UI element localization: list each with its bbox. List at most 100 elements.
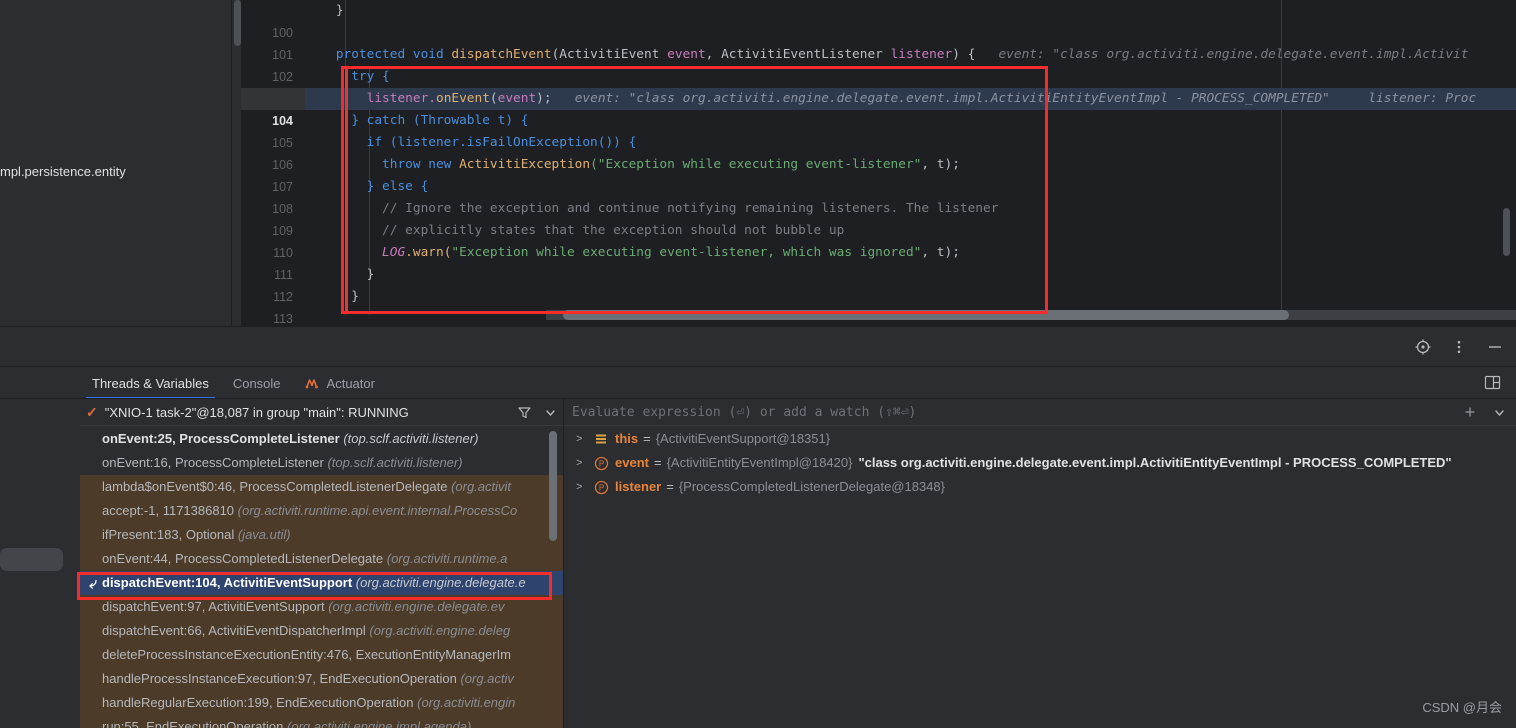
code-line[interactable]: 107 throw new ActivitiException("Excepti… bbox=[241, 154, 1516, 176]
code-line-current[interactable]: 104 listener.onEvent(event); event: "cla… bbox=[241, 88, 1516, 110]
chevron-right-icon[interactable]: > bbox=[576, 475, 592, 499]
frame-package: (top.sclf.activiti.listener) bbox=[343, 431, 478, 446]
list-item[interactable]: handleProcessInstanceExecution:97, EndEx… bbox=[80, 667, 563, 691]
tab-console[interactable]: Console bbox=[221, 367, 293, 399]
variable-row-this[interactable]: > this = {ActivitiEventSupport@18351} bbox=[564, 427, 1516, 451]
horizontal-scrollbar-thumb[interactable] bbox=[563, 310, 1289, 320]
tab-actuator[interactable]: Actuator bbox=[293, 367, 387, 399]
tab-label: Actuator bbox=[327, 376, 375, 391]
list-item[interactable]: lambda$onEvent$0:46, ProcessCompletedLis… bbox=[80, 475, 563, 499]
list-item[interactable]: deleteProcessInstanceExecutionEntity:476… bbox=[80, 643, 563, 667]
code-line[interactable]: 110 // explicitly states that the except… bbox=[241, 220, 1516, 242]
check-icon: ✓ bbox=[86, 404, 98, 421]
list-item[interactable]: onEvent:44, ProcessCompletedListenerDele… bbox=[80, 547, 563, 571]
frame-package: (java.util) bbox=[238, 527, 291, 542]
minimize-icon[interactable] bbox=[1484, 336, 1506, 358]
code-line[interactable]: 105 } catch (Throwable t) { bbox=[241, 110, 1516, 132]
plus-icon[interactable] bbox=[1463, 405, 1477, 419]
field-group-icon bbox=[592, 430, 610, 448]
frames-scrollbar-thumb[interactable] bbox=[549, 431, 557, 541]
list-item[interactable]: onEvent:16, ProcessCompleteListener (top… bbox=[80, 451, 563, 475]
line-content: } catch (Throwable t) { bbox=[305, 110, 528, 132]
line-content: } bbox=[305, 0, 344, 22]
equals-sign: = bbox=[666, 475, 674, 499]
code-line[interactable]: 101 bbox=[241, 22, 1516, 44]
popup-hint-box bbox=[0, 548, 63, 571]
inlay-hint-event-value: event: "class org.activiti.engine.delega… bbox=[575, 91, 1330, 106]
line-content: // explicitly states that the exception … bbox=[305, 220, 844, 242]
call-stack-list[interactable]: onEvent:25, ProcessCompleteListener (top… bbox=[80, 427, 563, 728]
chevron-right-icon[interactable]: > bbox=[576, 451, 592, 475]
code-line[interactable]: 112 } bbox=[241, 264, 1516, 286]
project-tool-window-strip: mpl.persistence.entity bbox=[0, 0, 232, 326]
line-content: } bbox=[305, 286, 359, 308]
thread-selector-tools bbox=[517, 405, 557, 420]
line-content: listener.onEvent(event); event: "class o… bbox=[305, 88, 1516, 110]
line-content: throw new ActivitiException("Exception w… bbox=[305, 154, 960, 176]
evaluate-expression-row[interactable]: Evaluate expression (⏎) or add a watch (… bbox=[564, 399, 1516, 426]
code-pane[interactable]: 100 } 101 102 protected void dispatchEve… bbox=[241, 0, 1516, 326]
tab-threads-and-variables[interactable]: Threads & Variables bbox=[80, 367, 221, 399]
frame-method: onEvent:25, ProcessCompleteListener bbox=[102, 431, 343, 446]
debug-toolbar-icons bbox=[1412, 327, 1506, 367]
frame-package: (org.activiti.engin bbox=[417, 695, 515, 710]
evaluate-expression-input[interactable]: Evaluate expression (⏎) or add a watch (… bbox=[572, 405, 916, 420]
chevron-right-icon[interactable]: > bbox=[576, 427, 592, 451]
code-line[interactable]: 113 } bbox=[241, 286, 1516, 308]
list-item[interactable]: dispatchEvent:97, ActivitiEventSupport (… bbox=[80, 595, 563, 619]
thread-selector[interactable]: ✓ "XNIO-1 task-2"@18,087 in group "main"… bbox=[80, 399, 563, 426]
code-line[interactable]: 108 } else { bbox=[241, 176, 1516, 198]
chevron-down-icon[interactable] bbox=[544, 406, 557, 419]
frame-method: deleteProcessInstanceExecutionEntity:476… bbox=[102, 647, 511, 662]
code-line[interactable]: 111 LOG.warn("Exception while executing … bbox=[241, 242, 1516, 264]
variable-row-event[interactable]: > P event = {ActivitiEntityEventImpl@184… bbox=[564, 451, 1516, 475]
list-item[interactable]: accept:-1, 1171386810 (org.activiti.runt… bbox=[80, 499, 563, 523]
frame-method: onEvent:16, ProcessCompleteListener bbox=[102, 455, 327, 470]
code-line[interactable]: 109 // Ignore the exception and continue… bbox=[241, 198, 1516, 220]
code-line[interactable]: 106 if (listener.isFailOnException()) { bbox=[241, 132, 1516, 154]
code-line[interactable]: 103 try { bbox=[241, 66, 1516, 88]
code-lines[interactable]: 100 } 101 102 protected void dispatchEve… bbox=[241, 0, 1516, 315]
code-editor[interactable]: mpl.persistence.entity 100 } 101 bbox=[0, 0, 1516, 326]
svg-text:P: P bbox=[598, 459, 603, 468]
variable-ref: {ActivitiEntityEventImpl@18420} bbox=[667, 451, 853, 475]
variables-panel[interactable]: Evaluate expression (⏎) or add a watch (… bbox=[564, 398, 1516, 728]
frame-method: onEvent:44, ProcessCompletedListenerDele… bbox=[102, 551, 387, 566]
left-scrollbar-thumb[interactable] bbox=[234, 0, 241, 46]
list-item[interactable]: run:55, EndExecutionOperation (org.activ… bbox=[80, 715, 563, 728]
list-item[interactable]: ifPresent:183, Optional (java.util) bbox=[80, 523, 563, 547]
debug-tabs-row[interactable]: Threads & Variables Console Actuator bbox=[0, 366, 1516, 398]
frame-method: run:55, EndExecutionOperation bbox=[102, 719, 287, 728]
chevron-down-icon[interactable] bbox=[1493, 406, 1506, 419]
code-line[interactable]: 100 } bbox=[241, 0, 1516, 22]
debug-tabs[interactable]: Threads & Variables Console Actuator bbox=[0, 367, 1516, 399]
tab-label: Threads & Variables bbox=[92, 376, 209, 391]
list-item[interactable]: dispatchEvent:66, ActivitiEventDispatche… bbox=[80, 619, 563, 643]
line-content: // Ignore the exception and continue not… bbox=[305, 198, 998, 220]
variable-name: event bbox=[615, 451, 649, 475]
svg-text:P: P bbox=[598, 483, 603, 492]
vertical-scrollbar-thumb[interactable] bbox=[1503, 208, 1510, 256]
editor-strip-divider bbox=[231, 0, 232, 326]
frames-panel[interactable]: ✓ "XNIO-1 task-2"@18,087 in group "main"… bbox=[80, 398, 563, 728]
actuator-icon bbox=[305, 375, 321, 391]
package-path-label: mpl.persistence.entity bbox=[0, 164, 126, 179]
parameter-icon: P bbox=[592, 478, 610, 496]
frame-package: (org.activ bbox=[460, 671, 513, 686]
variable-value: "class org.activiti.engine.delegate.even… bbox=[858, 451, 1451, 475]
equals-sign: = bbox=[654, 451, 662, 475]
layout-settings-icon[interactable] bbox=[1484, 374, 1502, 392]
list-item[interactable]: handleRegularExecution:199, EndExecution… bbox=[80, 691, 563, 715]
filter-icon[interactable] bbox=[517, 405, 532, 420]
variables-tree[interactable]: > this = {ActivitiEventSupport@18351} > … bbox=[564, 427, 1516, 728]
more-options-icon[interactable] bbox=[1448, 336, 1470, 358]
thread-label: "XNIO-1 task-2"@18,087 in group "main": … bbox=[105, 405, 409, 420]
line-content: } else { bbox=[305, 176, 428, 198]
code-line[interactable]: 102 protected void dispatchEvent(Activit… bbox=[241, 44, 1516, 66]
watermark: CSDN @月会 bbox=[1422, 697, 1502, 716]
list-item-selected[interactable]: dispatchEvent:104, ActivitiEventSupport … bbox=[80, 571, 563, 595]
frame-package: (org.activiti.runtime.a bbox=[387, 551, 508, 566]
list-item[interactable]: onEvent:25, ProcessCompleteListener (top… bbox=[80, 427, 563, 451]
variable-row-listener[interactable]: > P listener = {ProcessCompletedListener… bbox=[564, 475, 1516, 499]
target-icon[interactable] bbox=[1412, 336, 1434, 358]
